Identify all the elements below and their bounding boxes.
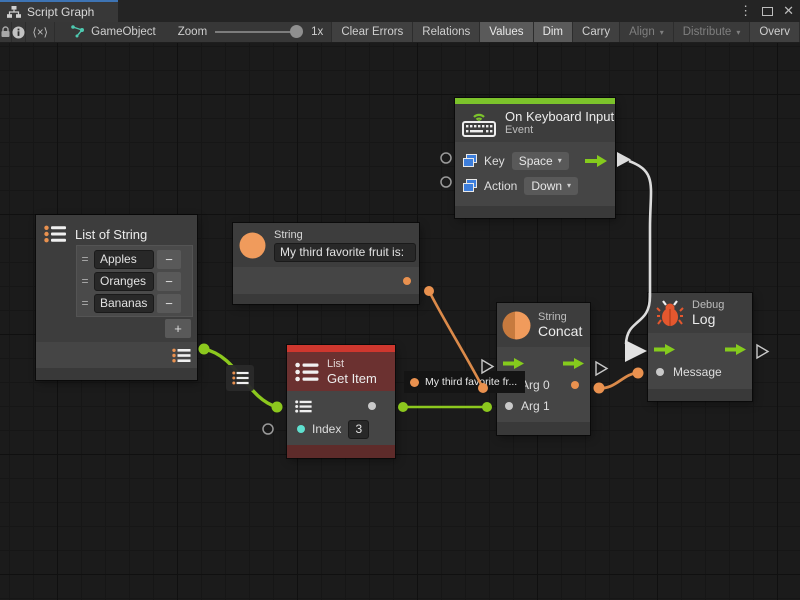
- action-dropdown[interactable]: Down▾: [524, 177, 578, 195]
- tab-script-graph[interactable]: Script Graph: [0, 0, 118, 22]
- node-subtitle: Event: [505, 124, 614, 137]
- node-title: String: [274, 229, 416, 242]
- node-title: Concat: [538, 324, 582, 339]
- item-output-port[interactable]: [368, 402, 376, 410]
- arg1-label: Arg 1: [521, 399, 550, 413]
- node-debug-log[interactable]: Debug Log Message: [648, 293, 752, 401]
- gameobject-label: GameObject: [91, 26, 156, 38]
- list-icon: [44, 225, 66, 243]
- trigger-output-arrow[interactable]: [585, 155, 607, 167]
- flow-input-arrow[interactable]: [654, 344, 675, 355]
- window-menu-icon[interactable]: ⋮: [739, 3, 752, 19]
- close-icon[interactable]: ✕: [783, 3, 794, 19]
- string-output-port[interactable]: [403, 277, 411, 285]
- values-button[interactable]: Values: [480, 22, 533, 42]
- string-value-dot: [410, 378, 419, 387]
- message-input-port[interactable]: [656, 368, 664, 376]
- graph-hierarchy-icon: [7, 6, 21, 18]
- index-value-input[interactable]: [348, 420, 369, 439]
- maximize-icon[interactable]: [762, 7, 773, 16]
- script-machine-icon: [71, 25, 85, 39]
- distribute-button[interactable]: Distribute▾: [674, 22, 751, 42]
- list-icon: [295, 362, 319, 382]
- list-icon: [232, 371, 249, 385]
- caret-down-icon: ▾: [558, 156, 562, 165]
- message-label: Message: [673, 365, 722, 379]
- index-input-port[interactable]: [297, 425, 305, 433]
- add-item-button[interactable]: +: [165, 319, 191, 338]
- bug-icon: [656, 299, 684, 327]
- gameobject-target[interactable]: GameObject: [63, 22, 164, 42]
- relations-button[interactable]: Relations: [413, 22, 480, 42]
- node-title: On Keyboard Input: [505, 109, 614, 124]
- string-value-input[interactable]: [274, 243, 416, 262]
- object-variable-icon: [463, 154, 477, 167]
- list-item-input[interactable]: [94, 250, 154, 269]
- result-output-port[interactable]: [571, 381, 579, 389]
- zoom-label: Zoom: [170, 22, 215, 42]
- info-button[interactable]: [12, 22, 26, 42]
- key-port-label: Key: [484, 154, 505, 168]
- arg1-input-port[interactable]: [505, 402, 513, 410]
- wire-list-badge: [226, 365, 254, 391]
- list-item-input[interactable]: [94, 294, 154, 313]
- node-title: List of String: [75, 227, 147, 242]
- arg0-label: Arg 0: [521, 378, 550, 392]
- node-title: Get Item: [327, 371, 377, 386]
- lock-icon: [0, 26, 11, 38]
- key-dropdown[interactable]: Space▾: [512, 152, 569, 170]
- node-string-literal[interactable]: String: [233, 223, 419, 304]
- node-on-keyboard-input[interactable]: On Keyboard Input Event Key Space▾: [455, 98, 615, 218]
- code-icon: ⟨×⟩: [32, 25, 48, 39]
- node-list-of-string[interactable]: List of String = − = − = −: [36, 215, 197, 380]
- action-port-label: Action: [484, 179, 517, 193]
- caret-down-icon: ▾: [736, 28, 740, 37]
- title-bar: Script Graph ⋮ ✕: [0, 0, 800, 22]
- node-title: Log: [692, 312, 724, 327]
- list-item-input[interactable]: [94, 272, 154, 291]
- keyboard-icon: [461, 109, 497, 137]
- drag-handle-icon[interactable]: =: [79, 274, 91, 288]
- string-icon: [239, 232, 266, 259]
- overview-button[interactable]: Overv: [750, 22, 800, 42]
- caret-down-icon: ▾: [660, 28, 664, 37]
- flow-input-arrow[interactable]: [503, 358, 524, 369]
- node-get-item[interactable]: List Get Item Index: [287, 345, 395, 458]
- error-strip: [287, 345, 395, 352]
- value-tooltip: My third favorite fr...: [404, 371, 525, 393]
- info-icon: [12, 26, 25, 39]
- object-variable-icon: [463, 179, 477, 192]
- index-label: Index: [312, 422, 341, 436]
- drag-handle-icon[interactable]: =: [79, 296, 91, 310]
- remove-item-button[interactable]: −: [157, 272, 181, 291]
- remove-item-button[interactable]: −: [157, 250, 181, 269]
- node-category: List: [327, 358, 377, 371]
- list-output-port-icon[interactable]: [172, 348, 191, 363]
- zoom-slider[interactable]: [215, 31, 301, 33]
- align-button[interactable]: Align▾: [620, 22, 674, 42]
- tooltip-text: My third favorite fr...: [425, 376, 517, 388]
- graph-canvas[interactable]: On Keyboard Input Event Key Space▾: [0, 43, 800, 600]
- zoom-value: 1x: [301, 22, 331, 42]
- drag-handle-icon[interactable]: =: [79, 252, 91, 266]
- graph-toolbar: ⟨×⟩ GameObject Zoom 1x Clear Errors Rela…: [0, 22, 800, 43]
- dim-button[interactable]: Dim: [534, 22, 573, 42]
- carry-button[interactable]: Carry: [573, 22, 620, 42]
- lock-button[interactable]: [0, 22, 12, 42]
- node-concat[interactable]: String Concat Arg 0 Arg 1: [497, 303, 590, 435]
- remove-item-button[interactable]: −: [157, 294, 181, 313]
- caret-down-icon: ▾: [567, 181, 571, 190]
- clear-errors-button[interactable]: Clear Errors: [331, 22, 413, 42]
- flow-output-arrow[interactable]: [725, 344, 746, 355]
- flow-output-arrow[interactable]: [563, 358, 584, 369]
- edit-code-button[interactable]: ⟨×⟩: [26, 22, 55, 42]
- tab-title: Script Graph: [27, 5, 94, 19]
- concat-icon: [502, 311, 531, 340]
- list-input-port-icon[interactable]: [295, 400, 312, 413]
